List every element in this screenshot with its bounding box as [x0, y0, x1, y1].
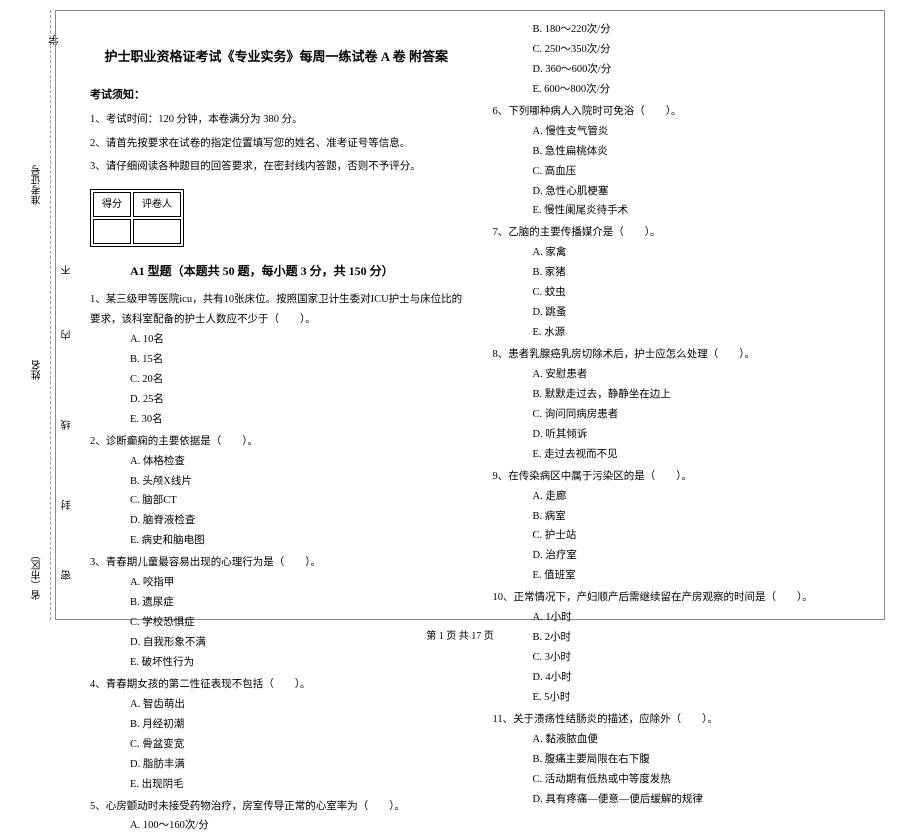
exam-title: 护士职业资格证考试《专业实务》每周一练试卷 A 卷 附答案 [90, 45, 463, 70]
page-footer: 第 1 页 共 17 页 [0, 627, 920, 642]
q6-text: 6、下列哪种病人入院时可免浴（ ）。 [493, 102, 866, 122]
q8-text: 8、患者乳腺癌乳房切除术后，护士应怎么处理（ ）。 [493, 345, 866, 365]
exam-id-label: 准考证号 [30, 165, 45, 205]
q7-e: E. 水源 [493, 323, 866, 343]
q11-d: D. 具有疼痛—便意—便后缓解的规律 [493, 790, 866, 810]
q1-b: B. 15名 [90, 350, 463, 370]
q8-d: D. 听其倾诉 [493, 425, 866, 445]
q2-d: D. 脑脊液检查 [90, 511, 463, 531]
q1-d: D. 25名 [90, 390, 463, 410]
q1-a: A. 10名 [90, 330, 463, 350]
q4-e: E. 出现阴毛 [90, 775, 463, 795]
q1-c: C. 20名 [90, 370, 463, 390]
q1-e: E. 30名 [90, 410, 463, 430]
content-area: 护士职业资格证考试《专业实务》每周一练试卷 A 卷 附答案 考试须知： 1、考试… [75, 10, 880, 610]
q4-b: B. 月经初潮 [90, 715, 463, 735]
q10-e: E. 5小时 [493, 688, 866, 708]
q4-d: D. 脂肪丰满 [90, 755, 463, 775]
q11-a: A. 黏液脓血便 [493, 730, 866, 750]
q5-a: A. 100～160次/分 [90, 816, 463, 836]
side-label-area: 省（市区） 姓名 准考证号 学 [10, 10, 55, 620]
q7-a: A. 家禽 [493, 243, 866, 263]
q3-a: A. 咬指甲 [90, 573, 463, 593]
q4-a: A. 智齿萌出 [90, 695, 463, 715]
q5-e: E. 600～800次/分 [493, 80, 866, 100]
section-a1-header: A1 型题（本题共 50 题，每小题 3 分，共 150 分） [130, 260, 394, 283]
q9-d: D. 治疗室 [493, 546, 866, 566]
q2-a: A. 体格检查 [90, 452, 463, 472]
right-column: B. 180～220次/分 C. 250～350次/分 D. 360～600次/… [478, 10, 881, 610]
q6-d: D. 急性心肌梗塞 [493, 182, 866, 202]
notice-header: 考试须知： [90, 85, 463, 106]
q7-d: D. 跳蚤 [493, 303, 866, 323]
q6-c: C. 高血压 [493, 162, 866, 182]
q5-text: 5、心房颤动时未接受药物治疗，房室传导正常的心室率为（ ）。 [90, 797, 463, 817]
left-column: 护士职业资格证考试《专业实务》每周一练试卷 A 卷 附答案 考试须知： 1、考试… [75, 10, 478, 610]
q8-a: A. 安慰患者 [493, 365, 866, 385]
q8-e: E. 走过去视而不见 [493, 445, 866, 465]
score-box: 得分 评卷人 [90, 189, 184, 247]
q1-text: 1、某三级甲等医院icu，共有10张床位。按照国家卫计生委对ICU护士与床位比的… [90, 290, 463, 330]
q9-c: C. 护士站 [493, 526, 866, 546]
q8-c: C. 询问同病房患者 [493, 405, 866, 425]
q9-b: B. 病室 [493, 507, 866, 527]
score-label: 得分 [93, 192, 131, 217]
q4-c: C. 骨盆变宽 [90, 735, 463, 755]
q2-e: E. 病史和脑电图 [90, 531, 463, 551]
instruction-1: 1、考试时间：120 分钟，本卷满分为 380 分。 [90, 110, 463, 130]
q6-b: B. 急性扁桃体炎 [493, 142, 866, 162]
q11-text: 11、关于溃疡性结肠炎的描述，应除外（ ）。 [493, 710, 866, 730]
q9-e: E. 值班室 [493, 566, 866, 586]
q7-text: 7、乙脑的主要传播媒介是（ ）。 [493, 223, 866, 243]
q10-d: D. 4小时 [493, 668, 866, 688]
q10-text: 10、正常情况下，产妇顺产后需继续留在产房观察的时间是（ ）。 [493, 588, 866, 608]
q5-b: B. 180～220次/分 [493, 20, 866, 40]
q9-text: 9、在传染病区中属于污染区的是（ ）。 [493, 467, 866, 487]
q11-c: C. 活动期有低热或中等度发热 [493, 770, 866, 790]
q3-e: E. 破坏性行为 [90, 653, 463, 673]
instruction-3: 3、请仔细阅读各种题目的回答要求，在密封线内答题，否则不予评分。 [90, 157, 463, 177]
q6-e: E. 慢性阑尾炎待手术 [493, 201, 866, 221]
province-label: 省（市区） [30, 550, 45, 600]
q7-b: B. 家猪 [493, 263, 866, 283]
q3-b: B. 遗尿症 [90, 593, 463, 613]
q2-text: 2、诊断癫痫的主要依据是（ ）。 [90, 432, 463, 452]
q6-a: A. 慢性支气管炎 [493, 122, 866, 142]
q2-c: C. 脑部CT [90, 491, 463, 511]
q9-a: A. 走廊 [493, 487, 866, 507]
q2-b: B. 头颅X线片 [90, 472, 463, 492]
q3-text: 3、青春期儿童最容易出现的心理行为是（ ）。 [90, 553, 463, 573]
q5-d: D. 360～600次/分 [493, 60, 866, 80]
instruction-2: 2、请首先按要求在试卷的指定位置填写您的姓名、准考证号等信息。 [90, 134, 463, 154]
q5-c: C. 250～350次/分 [493, 40, 866, 60]
q10-a: A. 1小时 [493, 608, 866, 628]
marker-label: 评卷人 [133, 192, 181, 217]
q10-c: C. 3小时 [493, 648, 866, 668]
q7-c: C. 蚊虫 [493, 283, 866, 303]
q11-b: B. 腹痛主要局限在右下腹 [493, 750, 866, 770]
name-label: 姓名 [30, 360, 45, 380]
q8-b: B. 默默走过去，静静坐在边上 [493, 385, 866, 405]
q4-text: 4、青春期女孩的第二性征表现不包括（ ）。 [90, 675, 463, 695]
